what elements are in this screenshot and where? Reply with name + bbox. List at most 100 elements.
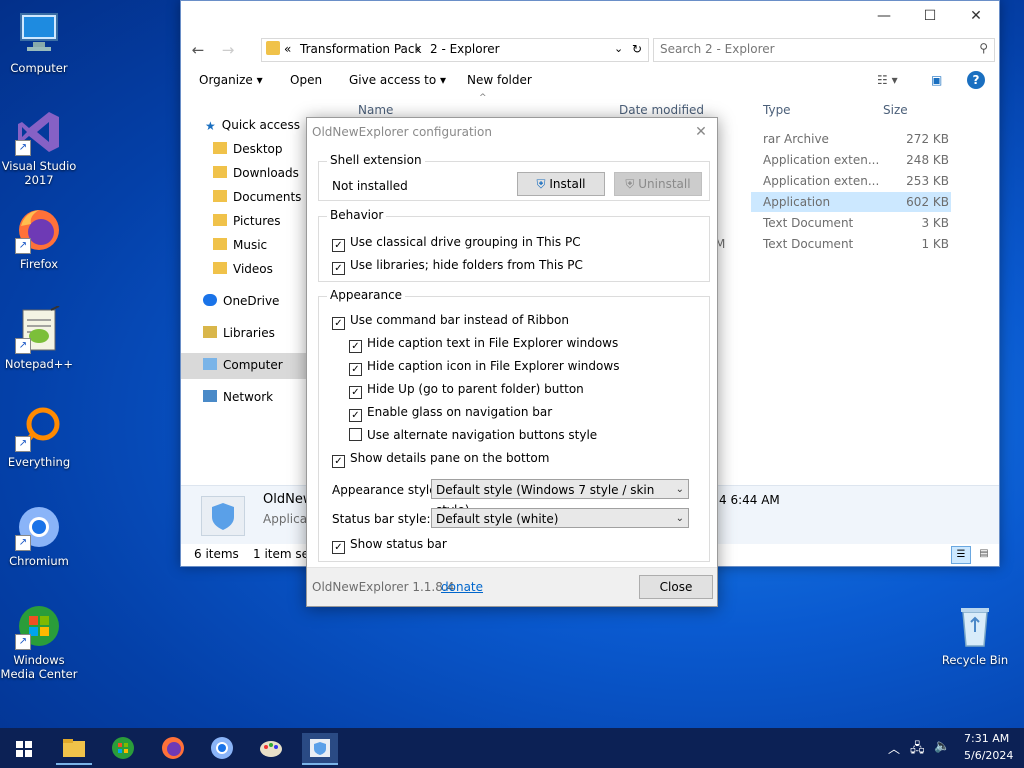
folder-icon — [213, 190, 227, 202]
checkbox-checked-icon: ✓ — [349, 340, 362, 353]
file-explorer-taskbar-icon[interactable] — [56, 733, 92, 765]
checkbox-hide-caption-text[interactable]: ✓ Hide caption text in File Explorer wind… — [349, 334, 618, 353]
checkbox-checked-icon: ✓ — [349, 409, 362, 422]
nav-desktop[interactable]: Desktop — [213, 139, 283, 159]
checkbox-details-pane-bottom[interactable]: ✓ Show details pane on the bottom — [332, 449, 549, 468]
table-row[interactable]: rar Archive 272 KB — [751, 129, 951, 149]
nav-quick-access[interactable]: ★ Quick access — [205, 115, 300, 135]
preview-pane-icon[interactable]: ▣ — [931, 73, 942, 87]
nav-pictures[interactable]: Pictures — [213, 211, 281, 231]
address-box[interactable]: « Transformation Pack › 2 - Explorer ⌄ ↻ — [261, 38, 649, 62]
desktop-icon-label: Chromium — [9, 554, 69, 568]
table-row[interactable]: Text Document 3 KB — [751, 213, 951, 233]
minimize-button[interactable]: — — [861, 1, 907, 31]
chromium-taskbar-icon[interactable] — [204, 733, 240, 763]
give-access-button[interactable]: Give access to ▾ — [349, 73, 446, 87]
desktop-icon-visual-studio[interactable]: ↗ Visual Studio 2017 — [0, 108, 78, 187]
nav-documents[interactable]: Documents — [213, 187, 301, 207]
nav-computer[interactable]: Computer — [203, 355, 283, 375]
volume-muted-icon[interactable]: 🔈 — [934, 739, 950, 754]
column-header-size[interactable]: Size — [883, 97, 908, 123]
start-windows-icon[interactable] — [6, 733, 42, 763]
address-dropdown-icon[interactable]: ⌄ — [614, 42, 623, 55]
nav-music[interactable]: Music — [213, 235, 267, 255]
desktop-icon-firefox[interactable]: ↗ Firefox — [0, 206, 78, 271]
group-behavior: Behavior ✓ Use classical drive grouping i… — [318, 208, 710, 282]
media-center-icon: ↗ — [15, 602, 63, 650]
maximize-button[interactable]: ☐ — [907, 1, 953, 31]
status-bar-style-select[interactable]: Default style (white) ⌄ — [431, 508, 689, 528]
nav-videos[interactable]: Videos — [213, 259, 273, 279]
dialog-close-icon[interactable]: ✕ — [691, 122, 711, 142]
organize-button[interactable]: Organize ▾ — [199, 73, 263, 87]
breadcrumb-segment[interactable]: Transformation Pack — [300, 42, 421, 56]
oldnewexplorer-taskbar-icon[interactable] — [302, 733, 338, 765]
checkbox-use-libraries[interactable]: ✓ Use libraries; hide folders from This P… — [332, 256, 583, 275]
desktop-icon-media-center[interactable]: ↗ Windows Media Center — [0, 602, 78, 681]
checkbox-alternate-nav-buttons[interactable]: Use alternate navigation buttons style — [349, 426, 597, 444]
group-label: Shell extension — [327, 153, 425, 167]
desktop-icon-label: Windows Media Center — [0, 653, 78, 681]
network-tray-icon[interactable]: 🖧 — [910, 739, 925, 761]
dialog-footer: OldNewExplorer 1.1.8.4 donate Close — [307, 567, 717, 606]
checkbox-enable-glass[interactable]: ✓ Enable glass on navigation bar — [349, 403, 552, 422]
uninstall-button[interactable]: ⛨ Uninstall — [614, 172, 702, 196]
nav-onedrive[interactable]: OneDrive — [203, 291, 279, 311]
nav-downloads[interactable]: Downloads — [213, 163, 299, 183]
checkbox-command-bar[interactable]: ✓ Use command bar instead of Ribbon — [332, 311, 569, 330]
new-folder-button[interactable]: New folder — [467, 73, 532, 87]
table-row-selected[interactable]: Application 602 KB — [751, 192, 951, 212]
details-kind: Applicat — [263, 512, 312, 526]
shell-extension-status: Not installed — [332, 179, 408, 193]
uac-shield-icon: ⛨ — [625, 177, 635, 191]
search-input[interactable]: Search 2 - Explorer ⚲ — [653, 38, 995, 62]
library-icon — [203, 326, 217, 338]
taskbar-time[interactable]: 7:31 AM — [964, 732, 1009, 745]
tiles-view-icon[interactable]: ▤ — [975, 546, 993, 562]
help-icon[interactable]: ? — [967, 71, 985, 89]
taskbar-date[interactable]: 5/6/2024 — [964, 749, 1013, 762]
table-row[interactable]: M Text Document 1 KB — [715, 234, 951, 254]
folder-icon — [213, 166, 227, 178]
nav-libraries[interactable]: Libraries — [203, 323, 275, 343]
firefox-icon: ↗ — [15, 206, 63, 254]
details-view-icon[interactable]: ☰ — [951, 546, 971, 564]
desktop-icon-label: Visual Studio 2017 — [1, 159, 77, 187]
group-label: Behavior — [327, 208, 387, 222]
breadcrumb-segment[interactable]: 2 - Explorer — [430, 42, 500, 56]
firefox-taskbar-icon[interactable] — [155, 733, 191, 763]
donate-link[interactable]: donate — [441, 580, 483, 594]
desktop-icon-chromium[interactable]: ↗ Chromium — [0, 503, 78, 568]
close-button[interactable]: Close — [639, 575, 713, 599]
desktop-icon-everything[interactable]: ↗ Everything — [0, 404, 78, 469]
sort-indicator-icon: ^ — [479, 93, 487, 103]
column-header-type[interactable]: Type — [763, 97, 791, 123]
close-window-button[interactable]: ✕ — [953, 1, 999, 31]
table-row[interactable]: Application exten... 248 KB — [751, 150, 951, 170]
view-options-icon[interactable]: ☷ ▾ — [877, 73, 898, 87]
chevron-down-icon: ⌄ — [675, 513, 684, 524]
forward-arrow-icon[interactable]: → — [217, 39, 239, 61]
nav-network[interactable]: Network — [203, 387, 273, 407]
back-arrow-icon[interactable]: ← — [187, 39, 209, 61]
desktop-icon-computer[interactable]: Computer — [0, 10, 78, 75]
checkbox-classical-drive-grouping[interactable]: ✓ Use classical drive grouping in This PC — [332, 233, 581, 252]
install-button[interactable]: ⛨ Install — [517, 172, 605, 196]
tray-overflow-chevron-icon[interactable]: ︿ — [888, 740, 900, 757]
explorer-titlebar[interactable]: — ☐ ✕ — [181, 1, 999, 31]
refresh-icon[interactable]: ↻ — [632, 42, 642, 56]
checkbox-hide-caption-icon[interactable]: ✓ Hide caption icon in File Explorer wind… — [349, 357, 619, 376]
open-button[interactable]: Open — [290, 73, 322, 87]
checkbox-show-status-bar[interactable]: ✓ Show status bar — [332, 535, 447, 554]
paint-taskbar-icon[interactable] — [253, 733, 289, 763]
everything-search-icon: ↗ — [15, 404, 63, 452]
shortcut-arrow-icon: ↗ — [15, 436, 31, 452]
shortcut-arrow-icon: ↗ — [15, 535, 31, 551]
group-appearance: Appearance ✓ Use command bar instead of R… — [318, 288, 710, 562]
table-row[interactable]: Application exten... 253 KB — [751, 171, 951, 191]
desktop-icon-notepadpp[interactable]: ↗ Notepad++ — [0, 305, 78, 371]
desktop-icon-recycle-bin[interactable]: Recycle Bin — [936, 602, 1014, 667]
media-center-taskbar-icon[interactable] — [105, 733, 141, 763]
appearance-style-select[interactable]: Default style (Windows 7 style / skin st… — [431, 479, 689, 517]
checkbox-hide-up-button[interactable]: ✓ Hide Up (go to parent folder) button — [349, 380, 584, 399]
